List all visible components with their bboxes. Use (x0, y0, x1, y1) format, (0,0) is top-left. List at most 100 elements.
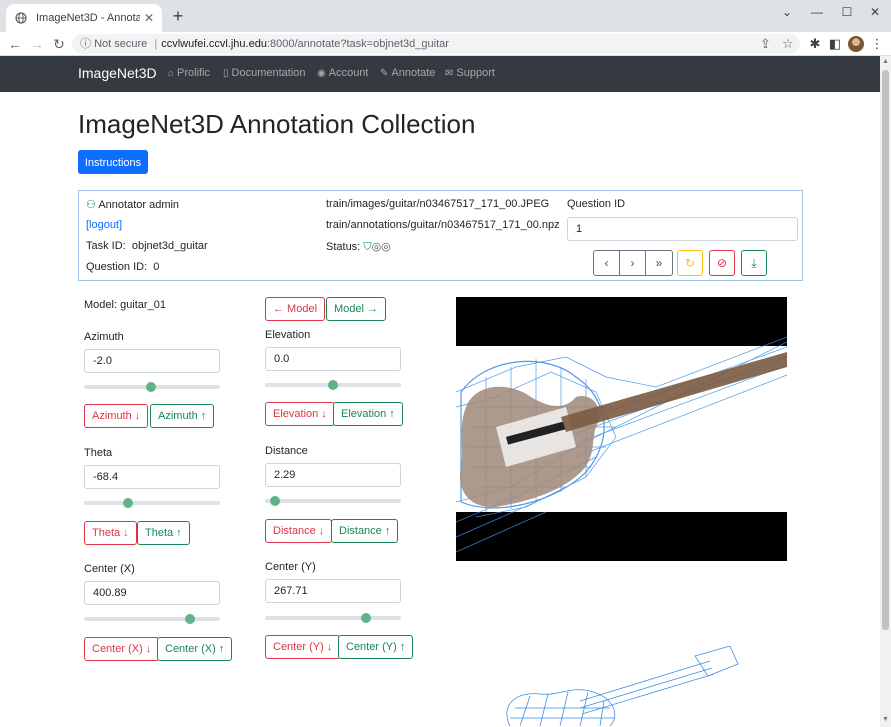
address-bar: ← → ↻ ⓘ Not secure | ccvlwufei.ccvl.jhu.e… (0, 32, 891, 56)
maximize-icon[interactable]: ☐ (832, 3, 862, 21)
previous-model-button[interactable]: ← Model (265, 297, 326, 321)
center-x-label: Center (X) (84, 563, 135, 575)
distance-input[interactable]: 2.29 (265, 463, 401, 487)
elevation-input[interactable]: 0.0 (265, 347, 401, 371)
guitar-mesh-preview (506, 646, 739, 726)
logout-link[interactable]: [logout] (86, 219, 122, 231)
close-window-icon[interactable]: ✕ (860, 3, 890, 21)
document-icon: ▯ (223, 67, 229, 79)
slider-handle[interactable] (269, 496, 280, 506)
brand-logo[interactable]: ImageNet3D (78, 65, 157, 81)
next-question-button[interactable]: › (620, 251, 646, 275)
center-x-slider[interactable] (84, 614, 220, 624)
annotation-canvas[interactable] (456, 297, 787, 561)
scroll-up-icon[interactable]: ▲ (882, 58, 889, 65)
save-button[interactable]: ⤓ (741, 250, 767, 276)
azimuth-slider[interactable] (84, 382, 220, 392)
new-tab-button[interactable]: + (168, 6, 188, 26)
page-title: ImageNet3D Annotation Collection (78, 109, 476, 139)
share-icon[interactable]: ⇪ (760, 34, 771, 54)
center-y-down-button[interactable]: Center (Y) ↓ (265, 635, 341, 659)
close-tab-icon[interactable]: ✕ (144, 11, 154, 25)
browser-tab-strip: ImageNet3D - Annotate ✕ + ⌄ — ☐ ✕ (0, 0, 891, 32)
azimuth-down-button[interactable]: Azimuth ↓ (84, 404, 149, 428)
tab-search-icon[interactable]: ⌄ (772, 3, 802, 21)
azimuth-up-button[interactable]: Azimuth ↑ (150, 404, 215, 428)
nav-annotate[interactable]: ✎ Annotate (380, 67, 435, 79)
browser-tab[interactable]: ImageNet3D - Annotate ✕ (6, 4, 162, 32)
distance-label: Distance (265, 445, 308, 457)
house-icon: ⌂ (168, 67, 175, 79)
theta-slider[interactable] (84, 498, 220, 508)
question-nav-group: ‹ › » (593, 250, 673, 276)
slider-handle[interactable] (122, 498, 133, 508)
slider-handle[interactable] (145, 382, 156, 392)
elevation-up-button[interactable]: Elevation ↑ (333, 402, 403, 426)
model-label: Model: guitar_01 (84, 299, 166, 311)
skip-forward-button[interactable]: » (646, 251, 672, 275)
pencil-square-icon: ✎ (380, 67, 389, 79)
slider-handle[interactable] (185, 614, 196, 624)
bookmark-star-icon[interactable]: ☆ (782, 34, 794, 54)
web-page: ImageNet3D ⌂ Prolific ▯ Documentation ◉ Acc… (0, 56, 880, 727)
nav-support[interactable]: ✉ Support (445, 67, 495, 79)
qid-header: Question ID (567, 198, 626, 210)
nav-documentation[interactable]: ▯ Documentation (223, 67, 306, 79)
scroll-down-icon[interactable]: ▼ (882, 716, 889, 723)
check-circle-icon: ◎ (371, 241, 382, 253)
instructions-button[interactable]: Instructions (78, 150, 148, 174)
page-scrollbar[interactable]: ▲ ▼ (880, 56, 891, 727)
minimize-icon[interactable]: — (802, 3, 832, 21)
extensions-puzzle-icon[interactable]: ✱ (806, 35, 824, 53)
download-icon: ⤓ (751, 255, 757, 270)
reset-button[interactable]: ↻ (677, 250, 703, 276)
center-x-down-button[interactable]: Center (X) ↓ (84, 637, 160, 661)
profile-avatar[interactable] (848, 36, 864, 52)
center-y-up-button[interactable]: Center (Y) ↑ (338, 635, 414, 659)
nav-support-label: Support (456, 67, 495, 79)
scrollbar-thumb[interactable] (882, 70, 889, 630)
nav-account[interactable]: ◉ Account (317, 67, 368, 79)
center-x-up-button[interactable]: Center (X) ↑ (157, 637, 233, 661)
task-id-row: Task ID: objnet3d_guitar (86, 240, 208, 252)
distance-slider[interactable] (265, 496, 401, 506)
theta-up-button[interactable]: Theta ↑ (137, 521, 190, 545)
url-host: ccvlwufei.ccvl.jhu.edu (161, 38, 267, 50)
cancel-button[interactable]: ⊘ (709, 250, 735, 276)
status-row: Status: ⛉◎◎ (326, 240, 391, 254)
guitar-body (460, 352, 787, 508)
reload-icon[interactable]: ↻ (50, 35, 68, 53)
forward-icon[interactable]: → (28, 35, 46, 53)
distance-up-button[interactable]: Distance ↑ (331, 519, 399, 543)
url-field[interactable]: ⓘ Not secure | ccvlwufei.ccvl.jhu.edu:800… (72, 34, 800, 54)
nav-documentation-label: Documentation (231, 67, 306, 79)
center-x-input[interactable]: 400.89 (84, 581, 220, 605)
side-panel-icon[interactable]: ◧ (826, 35, 844, 53)
elevation-slider[interactable] (265, 380, 401, 390)
shield-check-icon: ⛉ (363, 241, 372, 253)
previous-question-button[interactable]: ‹ (594, 251, 620, 275)
slider-handle[interactable] (360, 613, 371, 623)
more-menu-icon[interactable]: ⋮ (868, 35, 886, 53)
elevation-down-button[interactable]: Elevation ↓ (265, 402, 335, 426)
back-icon[interactable]: ← (6, 35, 24, 53)
user-check-icon: ⚇ (86, 199, 96, 211)
center-y-input[interactable]: 267.71 (265, 579, 401, 603)
warning-icon[interactable]: ⓘ (80, 38, 91, 50)
azimuth-input[interactable]: -2.0 (84, 349, 220, 373)
top-navbar: ImageNet3D ⌂ Prolific ▯ Documentation ◉ Acc… (0, 56, 880, 92)
tab-title: ImageNet3D - Annotate (36, 12, 140, 24)
theta-down-button[interactable]: Theta ↓ (84, 521, 137, 545)
nav-prolific[interactable]: ⌂ Prolific (168, 67, 210, 79)
chevron-double-right-icon: » (655, 256, 663, 270)
annotator-row: ⚇ Annotator admin (86, 198, 179, 211)
mail-icon: ✉ (445, 67, 454, 79)
slider-handle[interactable] (328, 380, 338, 390)
question-id-input[interactable]: 1 (567, 217, 798, 241)
nav-account-label: Account (328, 67, 369, 79)
theta-input[interactable]: -68.4 (84, 465, 220, 489)
image-path: train/images/guitar/n03467517_171_00.JPE… (326, 198, 550, 210)
next-model-button[interactable]: Model → (326, 297, 387, 321)
distance-down-button[interactable]: Distance ↓ (265, 519, 333, 543)
center-y-slider[interactable] (265, 613, 401, 623)
